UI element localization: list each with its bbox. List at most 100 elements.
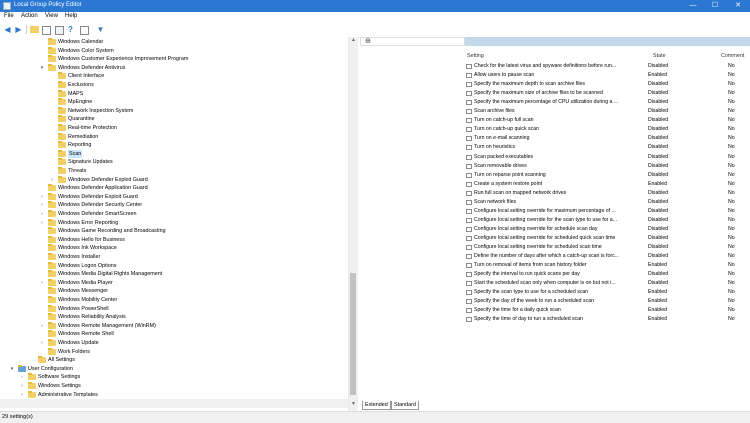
tree-item-label: Windows Mobility Center <box>58 297 118 303</box>
policy-row[interactable]: Scan packed executables Disabled No <box>465 153 750 162</box>
status-text: 29 setting(s) <box>2 414 33 420</box>
policy-row[interactable]: Specify the maximum size of archive file… <box>465 89 750 98</box>
column-header-setting[interactable]: Setting <box>467 51 484 61</box>
collapsed-arrow-icon[interactable]: › <box>38 322 46 330</box>
policy-state: Disabled <box>648 198 669 205</box>
policy-setting-icon <box>466 136 472 142</box>
show-hide-tree-icon[interactable] <box>42 26 51 35</box>
policy-setting-name: Specify the maximum percentage of CPU ut… <box>474 99 619 106</box>
tree-item-label: Windows Defender Antivirus <box>58 64 126 71</box>
collapsed-arrow-icon[interactable]: › <box>18 373 26 381</box>
scroll-up-icon[interactable]: ▲ <box>349 37 358 43</box>
scroll-down-icon[interactable]: ▼ <box>349 401 358 407</box>
policy-state: Enabled <box>648 262 668 269</box>
policy-row[interactable]: Specify the time of day to run a schedul… <box>465 315 750 324</box>
policy-setting-name: Specify the maximum size of archive file… <box>474 90 603 97</box>
policy-row[interactable]: Scan archive files Disabled No <box>465 107 750 116</box>
menu-view[interactable]: View <box>45 13 58 19</box>
menu-action[interactable]: Action <box>21 13 38 19</box>
policy-row[interactable]: Turn on removal of items from scan histo… <box>465 261 750 270</box>
policy-row[interactable]: Turn on e-mail scanning Disabled No <box>465 134 750 143</box>
folder-icon <box>58 81 66 88</box>
policy-row[interactable]: Specify the day of the week to run a sch… <box>465 297 750 306</box>
filter-icon[interactable]: ▼ <box>96 25 105 34</box>
properties-icon[interactable] <box>80 26 89 35</box>
policy-setting-name: Specify the time of day to run a schedul… <box>474 316 584 323</box>
policy-row[interactable]: Define the number of days after which a … <box>465 252 750 261</box>
policy-row[interactable]: Specify the maximum percentage of CPU ut… <box>465 98 750 107</box>
policy-row[interactable]: Turn on catch-up quick scan Disabled No <box>465 125 750 134</box>
policy-setting-icon <box>466 263 472 269</box>
policy-row[interactable]: Configure local setting override for sch… <box>465 234 750 243</box>
policy-row[interactable]: Specify the scan type to use for a sched… <box>465 288 750 297</box>
policy-setting-name: Define the number of days after which a … <box>474 253 620 260</box>
policy-row[interactable]: Turn on reparse point scanning Disabled No <box>465 171 750 180</box>
policy-comment: No <box>728 126 735 133</box>
collapsed-arrow-icon[interactable]: › <box>38 193 46 201</box>
collapsed-arrow-icon[interactable]: › <box>18 382 26 390</box>
export-list-icon[interactable] <box>55 26 64 35</box>
policy-row[interactable]: Configure local setting override for sch… <box>465 225 750 234</box>
policy-row[interactable]: Run full scan on mapped network drives Di… <box>465 189 750 198</box>
close-button[interactable]: ✕ <box>727 0 749 12</box>
policy-row[interactable]: Allow users to pause scan Enabled No <box>465 71 750 80</box>
policy-row[interactable]: Start the scheduled scan only when compu… <box>465 279 750 288</box>
policy-setting-name: Scan network files <box>474 198 517 205</box>
policy-comment: No <box>728 316 735 323</box>
policy-row[interactable]: Scan removable drives Disabled No <box>465 162 750 171</box>
policy-row[interactable]: Configure local setting override for the… <box>465 216 750 225</box>
tree-item-label: Windows Ink Workspace <box>58 245 117 252</box>
folder-icon <box>48 55 56 63</box>
forward-arrow-icon[interactable]: ▶ <box>14 25 23 34</box>
policy-row[interactable]: Create a system restore point Enabled No <box>465 180 750 189</box>
collapsed-arrow-icon[interactable]: › <box>48 176 56 184</box>
tree-item-label: Exclusions <box>68 82 94 88</box>
tree-horizontal-scrollbar[interactable] <box>0 399 348 408</box>
up-folder-icon[interactable] <box>30 26 39 33</box>
policy-row[interactable]: Turn on heuristics Disabled No <box>465 143 750 152</box>
collapsed-arrow-icon[interactable]: › <box>38 201 46 209</box>
policy-row[interactable]: Specify the maximum depth to scan archiv… <box>465 80 750 89</box>
policy-setting-name: Create a system restore point <box>474 180 543 187</box>
policy-state: Disabled <box>648 234 669 241</box>
collapsed-arrow-icon[interactable]: › <box>38 279 46 287</box>
policy-row[interactable]: Turn on catch-up full scan Disabled No <box>465 116 750 125</box>
policy-row[interactable]: Specify the time for a daily quick scan E… <box>465 306 750 315</box>
maximize-button[interactable]: ☐ <box>704 0 726 12</box>
tab-standard[interactable]: Standard <box>391 401 419 410</box>
policy-comment: No <box>728 99 735 106</box>
folder-icon <box>58 124 66 131</box>
folder-icon <box>48 321 56 329</box>
folder-icon <box>48 218 56 226</box>
policy-row[interactable]: Configure local setting override for max… <box>465 207 750 216</box>
menu-bar: File Action View Help <box>0 12 750 22</box>
expanded-arrow-icon[interactable]: ▾ <box>38 64 46 72</box>
collapsed-arrow-icon[interactable]: › <box>18 391 26 399</box>
folder-icon <box>48 261 56 269</box>
toolbar: ◀ ▶ ? ▼ <box>0 22 750 38</box>
policy-row[interactable]: Check for the latest virus and spyware d… <box>465 62 750 71</box>
policy-row[interactable]: Specify the interval to run quick scans … <box>465 270 750 279</box>
help-icon[interactable]: ? <box>66 25 75 34</box>
collapsed-arrow-icon[interactable]: › <box>38 210 46 218</box>
menu-help[interactable]: Help <box>65 13 77 19</box>
policy-comment: No <box>728 135 735 142</box>
tab-extended[interactable]: Extended <box>362 401 391 410</box>
policy-state: Disabled <box>648 99 669 106</box>
policy-comment: No <box>728 234 735 241</box>
minimize-button[interactable]: — <box>682 0 704 12</box>
policy-row[interactable]: Scan network files Disabled No <box>465 198 750 207</box>
policy-setting-name: Scan removable drives <box>474 162 527 169</box>
expanded-arrow-icon[interactable]: ▾ <box>8 365 16 373</box>
collapsed-arrow-icon[interactable]: › <box>38 339 46 347</box>
tree-vertical-scrollbar[interactable]: ▲ ▼ <box>348 37 358 411</box>
folder-icon <box>58 167 66 174</box>
back-arrow-icon[interactable]: ◀ <box>3 25 12 34</box>
policy-tree[interactable]: Windows Calendar Windows Color System Wind… <box>0 37 348 399</box>
policy-row[interactable]: Configure local setting override for sch… <box>465 243 750 252</box>
menu-file[interactable]: File <box>4 13 14 19</box>
collapsed-arrow-icon[interactable]: › <box>38 219 46 227</box>
column-header-state[interactable]: State <box>653 51 666 61</box>
column-header-comment[interactable]: Comment <box>721 51 744 61</box>
scrollbar-thumb[interactable] <box>350 273 356 395</box>
